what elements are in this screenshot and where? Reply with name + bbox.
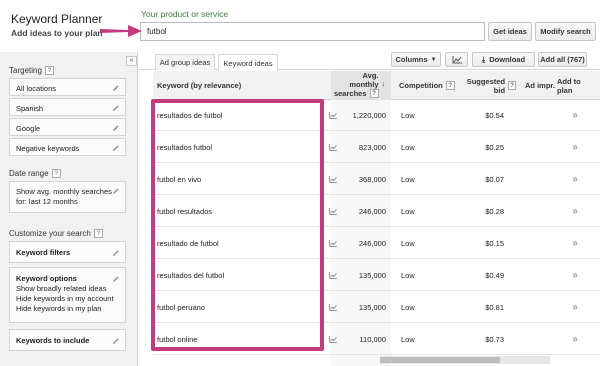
competition-cell: Low (401, 271, 415, 280)
bid-cell: $0.25 (485, 143, 504, 152)
pencil-icon[interactable] (112, 187, 120, 195)
download-icon: ⤓ (481, 54, 486, 64)
product-label: Your product or service (141, 9, 229, 19)
targeting-location[interactable]: All locations (9, 78, 126, 96)
bid-cell: $0.15 (485, 239, 504, 248)
add-to-plan-icon[interactable]: » (555, 260, 595, 291)
searches-cell: 823,000 (358, 143, 386, 152)
competition-cell: Low (401, 335, 415, 344)
col-add-to-plan-header: Add to plan (557, 76, 581, 95)
trend-chart-icon[interactable] (329, 336, 337, 343)
add-to-plan-icon[interactable]: » (555, 292, 595, 323)
col-ad-impr-header[interactable]: Ad impr. (525, 71, 561, 100)
trend-chart-icon[interactable] (329, 272, 337, 279)
add-to-plan-icon[interactable]: » (555, 228, 595, 259)
targeting-heading: Targeting? (9, 66, 54, 75)
trend-chart-icon[interactable] (329, 208, 337, 215)
bid-cell: $0.54 (485, 111, 504, 120)
keyword-options-box[interactable]: Keyword options Show broadly related ide… (9, 267, 126, 323)
add-to-plan-icon[interactable]: » (555, 132, 595, 163)
get-ideas-button[interactable]: Get ideas (488, 22, 532, 41)
help-icon[interactable]: ? (44, 66, 54, 75)
searches-cell: 246,000 (358, 207, 386, 216)
add-all-button[interactable]: Add all (767) (538, 52, 587, 67)
col-avg-searches-header[interactable]: Avg. monthly searches? ↓ (331, 71, 391, 100)
targeting-network[interactable]: Google (9, 118, 126, 136)
date-range-heading: Date range? (9, 169, 61, 178)
modify-search-button[interactable]: Modify search (535, 22, 596, 41)
col-suggested-bid-header[interactable]: Suggested bid? (461, 71, 516, 100)
trend-chart-icon[interactable] (329, 240, 337, 247)
add-to-plan-icon[interactable]: » (555, 100, 595, 131)
bid-cell: $0.07 (485, 175, 504, 184)
pencil-icon[interactable] (112, 337, 120, 345)
pencil-icon[interactable] (112, 124, 120, 132)
searches-cell: 135,000 (358, 271, 386, 280)
bid-cell: $0.73 (485, 335, 504, 344)
tab-ad-group-ideas[interactable]: Ad group ideas (155, 54, 215, 70)
competition-cell: Low (401, 111, 415, 120)
add-to-plan-icon[interactable]: » (555, 164, 595, 195)
collapse-sidebar-button[interactable]: « (126, 56, 137, 66)
searches-cell: 135,000 (358, 303, 386, 312)
competition-cell: Low (401, 239, 415, 248)
bid-cell: $0.49 (485, 271, 504, 280)
chart-toggle-button[interactable] (445, 52, 468, 67)
table-header: Keyword (by relevance) Avg. monthly sear… (153, 71, 600, 100)
trend-chart-icon[interactable] (329, 176, 337, 183)
searches-cell: 246,000 (358, 239, 386, 248)
pointer-arrow-icon (100, 25, 142, 37)
product-search-input[interactable] (140, 22, 485, 41)
competition-cell: Low (401, 207, 415, 216)
bid-cell: $0.81 (485, 303, 504, 312)
competition-cell: Low (401, 143, 415, 152)
dropdown-arrow-icon: ▼ (430, 56, 437, 63)
pencil-icon[interactable] (112, 104, 120, 112)
help-icon[interactable]: ? (445, 81, 455, 90)
scrollbar-thumb[interactable] (380, 357, 500, 363)
help-icon[interactable]: ? (508, 81, 516, 90)
help-icon[interactable]: ? (93, 229, 103, 238)
pencil-icon[interactable] (112, 275, 120, 283)
add-to-plan-icon[interactable]: » (555, 324, 595, 355)
searches-cell: 110,000 (359, 335, 386, 344)
col-competition-header[interactable]: Competition? (399, 71, 459, 100)
add-to-plan-icon[interactable]: » (555, 196, 595, 227)
line-chart-icon (452, 55, 462, 63)
header: Keyword Planner Add ideas to your plan Y… (0, 0, 600, 52)
targeting-language[interactable]: Spanish (9, 98, 126, 116)
app-subtitle: Add ideas to your plan (11, 28, 103, 38)
trend-chart-icon[interactable] (329, 304, 337, 311)
pencil-icon[interactable] (112, 84, 120, 92)
competition-cell: Low (401, 303, 415, 312)
help-icon[interactable]: ? (51, 169, 61, 178)
trend-chart-icon[interactable] (329, 112, 337, 119)
tab-keyword-ideas[interactable]: Keyword ideas (218, 54, 278, 71)
keyword-highlight-box (151, 99, 324, 351)
bid-cell: $0.28 (485, 207, 504, 216)
keywords-to-include-box[interactable]: Keywords to include (9, 329, 126, 351)
searches-cell: 368,000 (358, 175, 386, 184)
sort-desc-icon: ↓ (381, 81, 386, 89)
col-keyword-header[interactable]: Keyword (by relevance) (157, 71, 322, 100)
tabs-bar: Ad group ideas Keyword ideas Columns ▼ ⤓ D… (139, 52, 600, 71)
download-button[interactable]: ⤓ Download (472, 52, 535, 67)
competition-cell: Low (401, 175, 415, 184)
keyword-filters-box[interactable]: Keyword filters (9, 241, 126, 263)
pencil-icon[interactable] (112, 249, 120, 257)
targeting-negative-keywords[interactable]: Negative keywords (9, 138, 126, 156)
app-title: Keyword Planner (11, 12, 103, 26)
customize-heading: Customize your search? (9, 229, 103, 238)
trend-chart-icon[interactable] (329, 144, 337, 151)
help-icon[interactable]: ? (369, 89, 379, 99)
columns-button[interactable]: Columns ▼ (391, 52, 441, 67)
date-range-box[interactable]: Show avg. monthly searches for: last 12 … (9, 181, 126, 213)
searches-cell: 1,220,000 (352, 111, 386, 120)
pencil-icon[interactable] (112, 144, 120, 152)
